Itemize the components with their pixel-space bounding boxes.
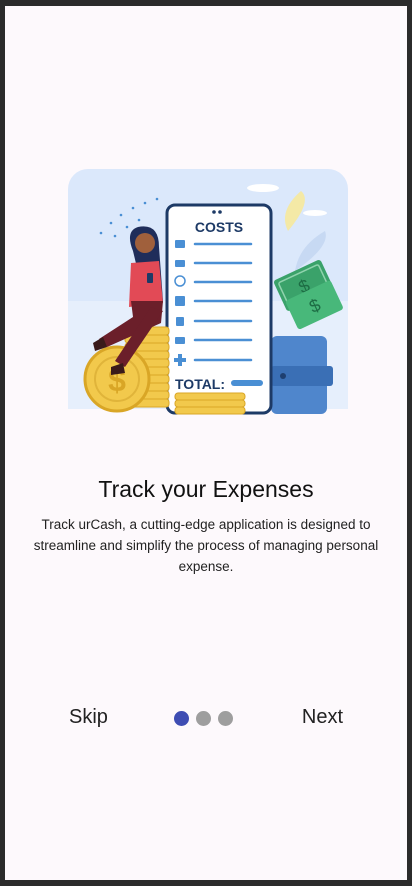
expenses-illustration: $ $ COSTS TOTAL: $ — [68, 169, 348, 415]
page-dot-2[interactable] — [196, 711, 211, 726]
costs-label: COSTS — [195, 219, 243, 235]
page-dot-3[interactable] — [218, 711, 233, 726]
onboarding-title: Track your Expenses — [98, 476, 314, 502]
onboarding-description: Track urCash, a cutting-edge application… — [33, 517, 379, 574]
next-button[interactable]: Next — [302, 706, 343, 729]
page-dot-1[interactable] — [174, 711, 189, 726]
page-indicator — [174, 711, 233, 726]
total-label: TOTAL: — [175, 376, 225, 392]
onboarding-screen: $ $ COSTS TOTAL: $ Track your Expenses T… — [5, 6, 407, 880]
skip-button[interactable]: Skip — [69, 706, 108, 729]
onboarding-navigation: Skip Next — [5, 706, 407, 732]
